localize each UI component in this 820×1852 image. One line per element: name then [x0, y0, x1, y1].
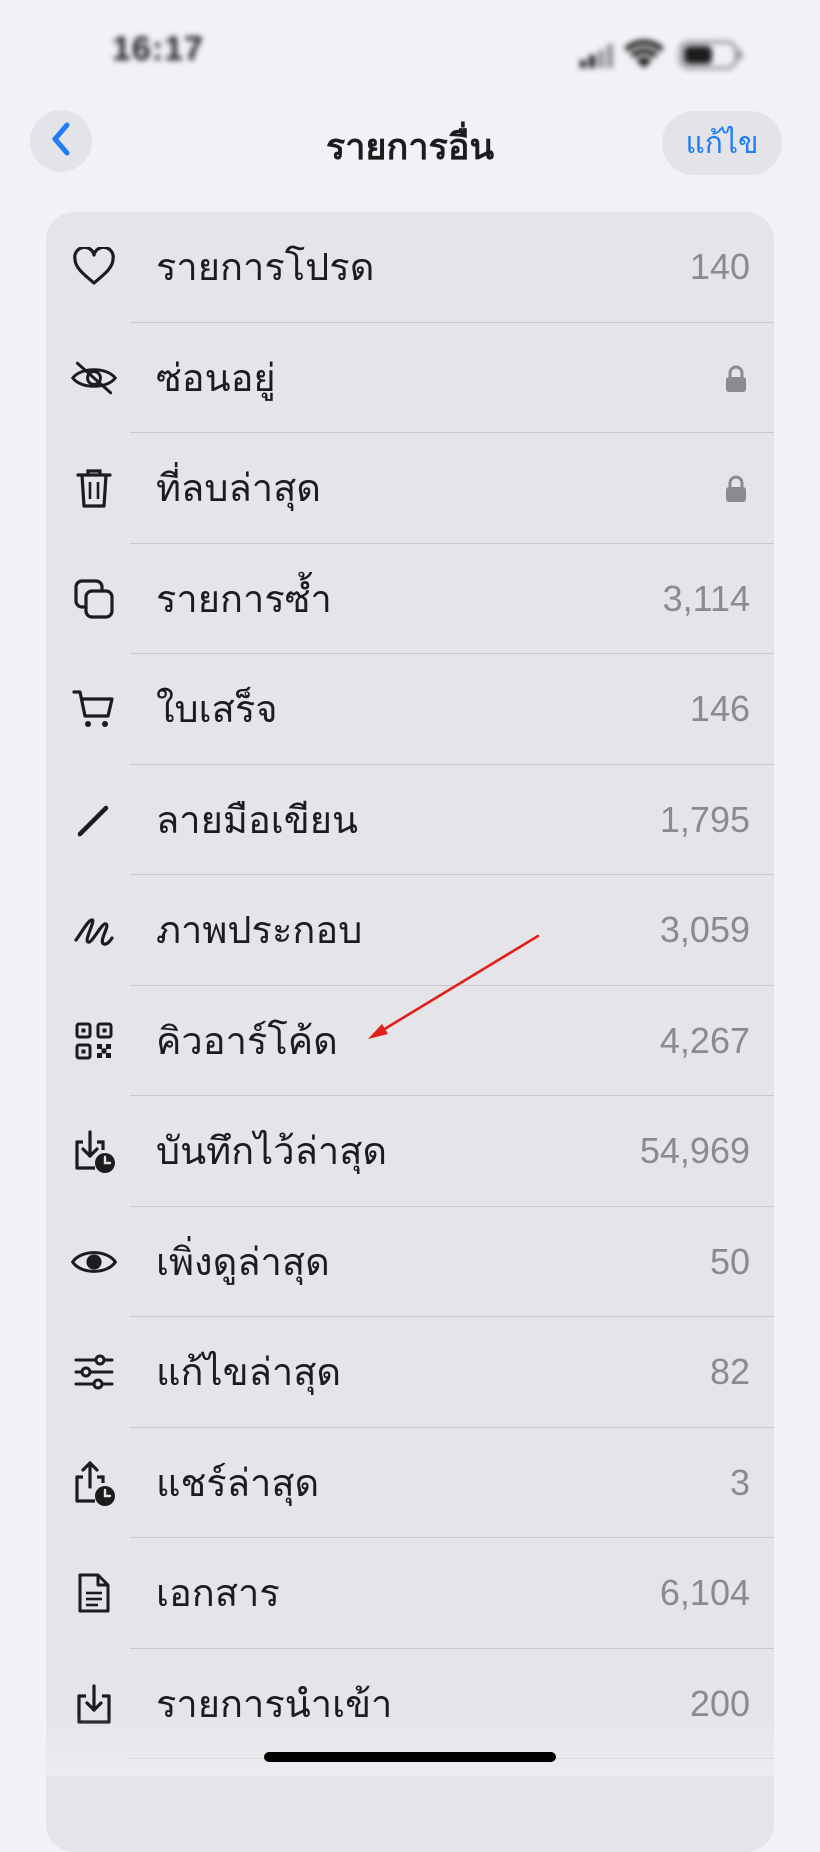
list-item-count: 4,267	[659, 1019, 750, 1061]
list-item-count: 3,059	[659, 909, 750, 950]
list-item-recently-viewed[interactable]: เพิ่งดูล่าสุด 50	[46, 1207, 774, 1318]
duplicate-icon	[70, 575, 118, 623]
list-item-label: รายการโปรด	[156, 245, 375, 289]
list-item-count: 1,795	[659, 798, 750, 840]
navigation-bar: รายการอื่น แก้ไข	[0, 104, 820, 184]
lock-icon	[724, 475, 748, 503]
list-item-count: 3	[729, 1461, 750, 1503]
bottom-fade	[46, 1714, 774, 1776]
wifi-icon	[624, 39, 664, 68]
list-item-label: แชร์ล่าสุด	[156, 1460, 320, 1505]
eye-slash-icon	[70, 354, 118, 402]
list-item-hidden[interactable]: ซ่อนอยู่	[46, 323, 774, 434]
edit-button[interactable]: แก้ไข	[662, 111, 782, 175]
heart-icon	[70, 243, 118, 291]
lock-icon	[724, 365, 748, 393]
list-item-handwriting[interactable]: ลายมือเขียน 1,795	[46, 765, 774, 876]
list-item-recently-shared[interactable]: แชร์ล่าสุด 3	[46, 1428, 774, 1539]
list-item-label: แก้ไขล่าสุด	[156, 1350, 342, 1394]
scribble-icon	[70, 906, 118, 954]
qr-code-icon	[70, 1017, 118, 1065]
list-item-recently-edited[interactable]: แก้ไขล่าสุด 82	[46, 1317, 774, 1428]
list-item-label: ที่ลบล่าสุด	[156, 466, 321, 510]
pencil-icon	[70, 796, 118, 844]
list-item-count: 82	[709, 1351, 750, 1392]
list-item-label: ภาพประกอบ	[156, 908, 363, 952]
list-item-label: ลายมือเขียน	[156, 797, 358, 842]
list-item-label: บันทึกไว้ล่าสุด	[156, 1129, 388, 1173]
status-bar: 16:17	[0, 0, 820, 100]
download-clock-icon	[70, 1127, 118, 1175]
home-indicator	[264, 1752, 556, 1762]
share-clock-icon	[70, 1459, 118, 1507]
status-icons	[578, 38, 748, 72]
signal-icon	[580, 44, 613, 68]
list-item-recently-saved[interactable]: บันทึกไว้ล่าสุด 54,969	[46, 1096, 774, 1207]
list-item-illustrations[interactable]: ภาพประกอบ 3,059	[46, 875, 774, 986]
list-item-duplicates[interactable]: รายการซ้ำ 3,114	[46, 544, 774, 655]
list-item-label: ใบเสร็จ	[156, 687, 278, 731]
sliders-icon	[70, 1348, 118, 1396]
list-item-favorites[interactable]: รายการโปรด 140	[46, 212, 774, 323]
list-item-count: 6,104	[659, 1572, 750, 1613]
trash-icon	[70, 464, 118, 512]
list-item-label: เพิ่งดูล่าสุด	[156, 1239, 330, 1284]
list-item-label: ซ่อนอยู่	[156, 355, 276, 400]
list-item-documents[interactable]: เอกสาร 6,104	[46, 1538, 774, 1649]
list-item-count: 146	[689, 688, 750, 729]
list-item-receipts[interactable]: ใบเสร็จ 146	[46, 654, 774, 765]
list-item-count: 50	[709, 1240, 750, 1282]
other-albums-list: รายการโปรด 140 ซ่อนอยู่ ที่ลบล่าสุด รายก…	[46, 212, 774, 1852]
list-item-count: 54,969	[639, 1130, 750, 1171]
list-item-qr-codes[interactable]: คิวอาร์โค้ด 4,267	[46, 986, 774, 1097]
list-item-label: เอกสาร	[156, 1571, 280, 1615]
eye-icon	[70, 1238, 118, 1286]
cart-icon	[70, 685, 118, 733]
status-time: 16:17	[112, 30, 204, 68]
battery-icon	[678, 40, 742, 70]
list-item-label: รายการซ้ำ	[156, 576, 332, 621]
document-icon	[70, 1569, 118, 1617]
list-item-count: 3,114	[662, 577, 750, 619]
list-item-label: คิวอาร์โค้ด	[156, 1018, 338, 1063]
list-item-count: 140	[689, 246, 750, 287]
list-item-recently-deleted[interactable]: ที่ลบล่าสุด	[46, 433, 774, 544]
